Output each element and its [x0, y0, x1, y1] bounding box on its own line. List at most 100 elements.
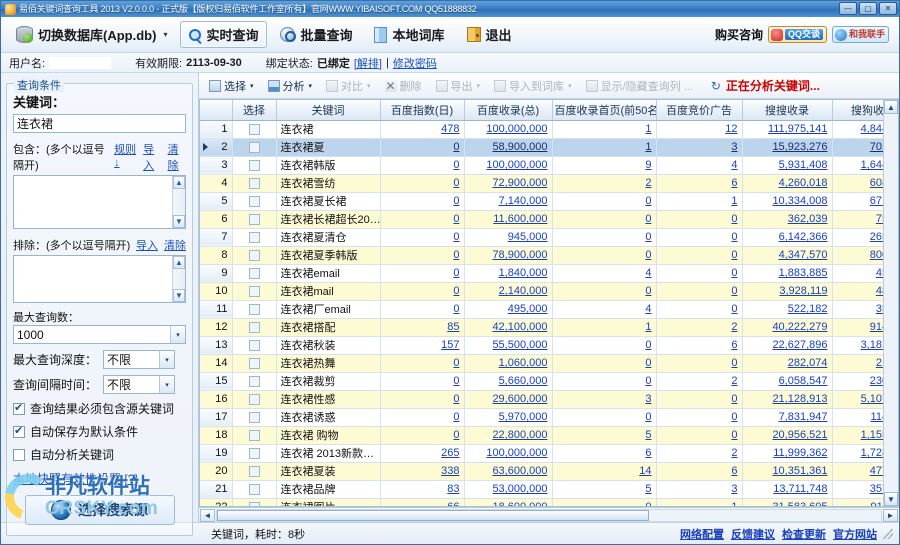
cell-baidu-firstpage[interactable]: 5 [552, 426, 657, 445]
cell-value-link[interactable]: 0 [731, 393, 737, 405]
cell-value-link[interactable]: 0 [645, 285, 651, 297]
cell-keyword[interactable]: 连衣裙品牌 [276, 480, 381, 499]
cell-baidu-index[interactable]: 0 [380, 264, 465, 283]
contact-me-button[interactable]: 和我联手 [831, 26, 889, 43]
cell-baidu-total[interactable]: 18,600,000 [464, 498, 553, 506]
cell-baidu-total[interactable]: 29,600,000 [464, 390, 553, 409]
cell-baidu-index[interactable]: 0 [380, 246, 465, 265]
table-row[interactable]: 10连衣裙mail02,140,000003,928,11948,059 [200, 282, 898, 301]
include-import-link[interactable]: 导入 [143, 141, 161, 173]
cell-value-link[interactable]: 2 [731, 375, 737, 387]
row-checkbox[interactable] [248, 141, 260, 153]
cell-value-link[interactable]: 100,000,000 [486, 123, 547, 135]
row-checkbox[interactable] [248, 501, 260, 506]
resize-grip[interactable] [883, 528, 893, 539]
cell-value-link[interactable]: 1 [645, 141, 651, 153]
toolbar-realtime-query[interactable]: 实时查询 [180, 21, 268, 48]
interval-combo[interactable]: 不限 ▾ [103, 375, 176, 394]
cell-value-link[interactable]: 15,923,276 [772, 141, 827, 153]
max-depth-combo[interactable]: 不限 ▾ [103, 350, 176, 369]
row-select-cell[interactable] [232, 480, 277, 499]
table-row[interactable]: 4连衣裙雪纺072,900,000264,260,018608,45911 [200, 174, 898, 193]
cell-value-link[interactable]: 1,060,000 [499, 357, 548, 369]
cell-baidu-firstpage[interactable]: 3 [552, 390, 657, 409]
cell-baidu-ads[interactable]: 4 [656, 156, 743, 175]
cell-value-link[interactable]: 7,831,947 [779, 411, 828, 423]
chevron-down-icon-interval[interactable]: ▾ [159, 376, 175, 393]
cell-value-link[interactable]: 0 [731, 249, 737, 261]
cell-value-link[interactable]: 5,660,000 [499, 375, 548, 387]
cell-value-link[interactable]: 83 [447, 483, 459, 495]
cell-baidu-firstpage[interactable]: 0 [552, 228, 657, 247]
horizontal-scroll-thumb[interactable] [217, 509, 649, 521]
cell-baidu-firstpage[interactable]: 0 [552, 336, 657, 355]
toolbar-local-dictionary[interactable]: 本地词库 [365, 21, 453, 48]
cell-value-link[interactable]: 6,142,366 [779, 231, 828, 243]
check-update-link[interactable]: 检查更新 [782, 526, 826, 542]
scroll-left-button[interactable]: ◄ [200, 508, 215, 522]
cell-value-link[interactable]: 100,000,000 [486, 159, 547, 171]
row-number[interactable]: 14 [200, 354, 233, 373]
cell-baidu-ads[interactable]: 0 [656, 390, 743, 409]
chevron-down-icon-max-count[interactable]: ▾ [170, 326, 185, 343]
cell-keyword[interactable]: 连衣裙 购物 [276, 426, 381, 445]
cell-baidu-firstpage[interactable]: 2 [552, 174, 657, 193]
cell-baidu-firstpage[interactable]: 0 [552, 498, 657, 506]
cell-keyword[interactable]: 连衣裙雪纺 [276, 174, 381, 193]
row-number[interactable]: 4 [200, 174, 233, 193]
cell-value-link[interactable]: 0 [453, 429, 459, 441]
table-row[interactable]: 3连衣裙韩版0100,000,000945,931,4081,644,79815 [200, 156, 898, 175]
row-number[interactable]: 21 [200, 480, 233, 499]
horizontal-scroll-track[interactable] [216, 508, 882, 522]
row-number[interactable]: 11 [200, 300, 233, 319]
cell-value-link[interactable]: 0 [731, 213, 737, 225]
cell-value-link[interactable]: 53,000,000 [492, 483, 547, 495]
row-checkbox[interactable] [248, 429, 260, 441]
cell-value-link[interactable]: 12 [725, 123, 737, 135]
network-config-link[interactable]: 网络配置 [680, 526, 724, 542]
cell-value-link[interactable]: 0 [645, 213, 651, 225]
snapshot-help-link[interactable]: [?] [124, 472, 137, 486]
cell-value-link[interactable]: 1 [731, 501, 737, 506]
row-number[interactable]: 2 [200, 138, 233, 157]
table-row[interactable]: 12连衣裙搭配8542,100,0001240,222,279914,5259 [200, 318, 898, 337]
cell-value-link[interactable]: 0 [453, 159, 459, 171]
cell-soso[interactable]: 4,260,018 [742, 174, 833, 193]
toolbar-switch-database[interactable]: 切换数据库(App.db) ▾ [7, 21, 176, 48]
close-button[interactable]: ✕ [879, 2, 897, 15]
row-checkbox[interactable] [248, 393, 260, 405]
cell-value-link[interactable]: 6,058,547 [779, 375, 828, 387]
cell-value-link[interactable]: 85 [447, 321, 459, 333]
scroll-up-button[interactable]: ▲ [884, 100, 898, 114]
cell-baidu-firstpage[interactable]: 0 [552, 354, 657, 373]
cell-value-link[interactable]: 0 [645, 411, 651, 423]
cell-value-link[interactable]: 14 [639, 465, 651, 477]
cell-value-link[interactable]: 0 [645, 357, 651, 369]
cell-baidu-ads[interactable]: 2 [656, 372, 743, 391]
col-baidu-index[interactable]: 百度指数(日) [380, 100, 465, 121]
cell-baidu-total[interactable]: 100,000,000 [464, 120, 553, 139]
cell-value-link[interactable]: 0 [453, 213, 459, 225]
row-checkbox[interactable] [248, 249, 260, 261]
row-checkbox[interactable] [248, 357, 260, 369]
row-select-cell[interactable] [232, 264, 277, 283]
col-keyword[interactable]: 关键词 [276, 100, 381, 121]
cell-value-link[interactable]: 0 [731, 267, 737, 279]
cell-value-link[interactable]: 40,222,279 [772, 321, 827, 333]
cell-keyword[interactable]: 连衣裙秋装 [276, 336, 381, 355]
row-select-cell[interactable] [232, 282, 277, 301]
cell-value-link[interactable]: 4,260,018 [779, 177, 828, 189]
cell-value-link[interactable]: 5,970,000 [499, 411, 548, 423]
row-number[interactable]: 12 [200, 318, 233, 337]
cell-value-link[interactable]: 5 [645, 483, 651, 495]
cell-baidu-firstpage[interactable]: 1 [552, 318, 657, 337]
cell-baidu-ads[interactable]: 3 [656, 480, 743, 499]
cell-value-link[interactable]: 0 [453, 393, 459, 405]
cell-keyword[interactable]: 连衣裙厂email [276, 300, 381, 319]
include-scrollbar[interactable]: ▲ ▼ [172, 176, 185, 228]
cell-value-link[interactable]: 3 [645, 393, 651, 405]
cell-value-link[interactable]: 0 [645, 249, 651, 261]
cell-baidu-total[interactable]: 22,800,000 [464, 426, 553, 445]
row-checkbox[interactable] [248, 267, 260, 279]
row-number[interactable]: 22 [200, 498, 233, 506]
